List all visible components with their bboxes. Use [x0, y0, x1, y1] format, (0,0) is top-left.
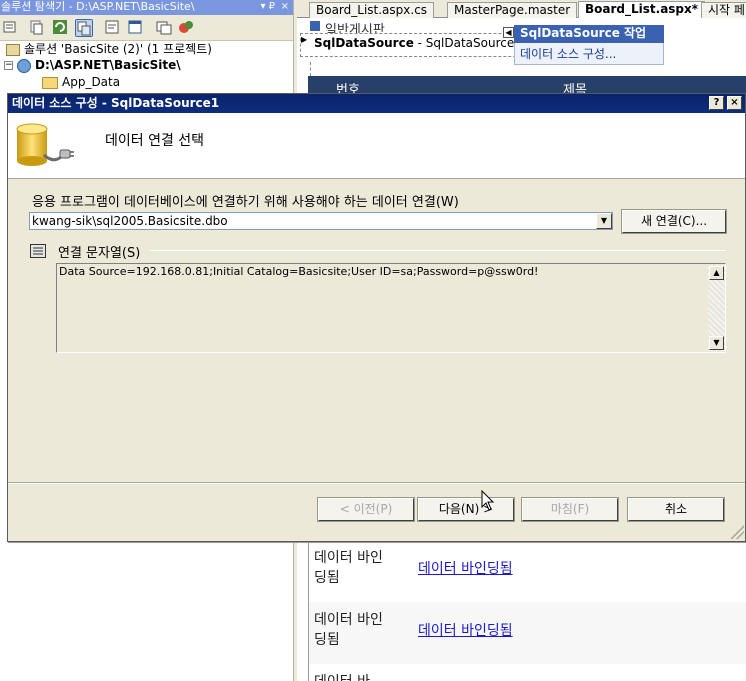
table-row: 데이터 바인딩됨 데이터 바인딩됨 [308, 540, 746, 602]
show-all-files-icon[interactable] [28, 19, 46, 37]
table-cell: 데이터 바인딩됨 [314, 550, 383, 586]
dialog-close-button[interactable]: × [727, 96, 742, 110]
document-tab-bar: Board_List.aspx.cs MasterPage.master Boa… [297, 0, 746, 19]
footer-separator [8, 482, 745, 484]
step-title: 데이터 연결 선택 [105, 133, 205, 149]
solution-explorer-title: 솔루션 탐색기 - D:\ASP.NET\BasicSite\ ▾ ₽ × [0, 0, 293, 15]
sqldatasource-label: SqlDataSource - SqlDataSource1 [314, 36, 522, 50]
previous-button[interactable]: < 이전(P) [317, 497, 415, 522]
finish-button[interactable]: 마침(F) [521, 497, 619, 522]
tab-masterpage[interactable]: MasterPage.master [447, 2, 578, 18]
control-arrow-icon: ▶ [301, 35, 308, 44]
help-button[interactable]: ? [709, 96, 724, 110]
refresh-icon[interactable] [52, 19, 70, 37]
table-row: 데이터 바 [308, 664, 746, 681]
tab-start-page[interactable]: 시작 페 [701, 2, 746, 18]
group-separator [150, 250, 726, 251]
tree-item-label: App_Data [62, 75, 121, 89]
content-placeholder-icon [310, 21, 320, 31]
tab-board-list-cs[interactable]: Board_List.aspx.cs [309, 2, 435, 18]
solution-explorer-toolbar [0, 15, 293, 41]
table-cell-link[interactable]: 데이터 바인딩됨 [418, 558, 513, 578]
scroll-down-icon[interactable]: ▼ [709, 336, 724, 350]
tree-item-project[interactable]: − D:\ASP.NET\BasicSite\ [4, 57, 181, 73]
connection-string-value: Data Source=192.168.0.81;Initial Catalog… [59, 265, 539, 278]
configure-data-source-link[interactable]: 데이터 소스 구성... [520, 45, 616, 62]
expand-connection-string-icon[interactable] [30, 244, 46, 258]
next-button[interactable]: 다음(N) > [417, 497, 515, 522]
nest-related-files-icon[interactable] [75, 19, 93, 37]
tree-item-label: 솔루션 'BasicSite (2)' (1 프로젝트) [24, 42, 212, 56]
pin-icon[interactable]: ▾ ₽ [260, 0, 275, 14]
asp-net-configuration-icon[interactable] [178, 19, 196, 37]
tree-item-solution[interactable]: 솔루션 'BasicSite (2)' (1 프로젝트) [6, 41, 212, 57]
table-row: 데이터 바인딩됨 데이터 바인딩됨 [308, 602, 746, 664]
tab-board-list-aspx[interactable]: Board_List.aspx* [578, 1, 706, 19]
mouse-cursor-icon [481, 489, 495, 515]
vertical-scrollbar[interactable]: ▲ ▼ [708, 265, 725, 351]
collapse-icon[interactable]: − [4, 61, 13, 70]
web-project-icon [17, 58, 31, 73]
close-icon[interactable]: × [281, 0, 289, 14]
solution-tree: 솔루션 'BasicSite (2)' (1 프로젝트) − D:\ASP.NET… [0, 41, 293, 96]
table-cell: 데이터 바인딩됨 [314, 612, 383, 648]
new-connection-button[interactable]: 새 연결(C)... [621, 209, 727, 234]
connection-string-label: 연결 문자열(S) [58, 246, 141, 261]
solution-icon [6, 43, 20, 56]
table-cell-link[interactable]: 데이터 바인딩됨 [418, 620, 513, 640]
solution-explorer-title-text: 솔루션 탐색기 - D:\ASP.NET\BasicSite\ [1, 0, 195, 13]
connection-label: 응용 프로그램이 데이터베이스에 연결하기 위해 사용해야 하는 데이터 연결(… [32, 195, 459, 210]
tree-item-app-data[interactable]: App_Data [42, 74, 120, 90]
copy-website-icon[interactable] [156, 19, 174, 37]
connection-value: kwang-sik\sql2005.Basicsite.dbo [32, 214, 228, 228]
folder-icon [42, 76, 58, 89]
properties-icon[interactable] [2, 19, 20, 37]
smart-tag-collapse-icon[interactable]: ◀ [503, 27, 514, 38]
table-cell: 데이터 바 [314, 672, 394, 681]
dropdown-arrow-icon[interactable]: ▼ [596, 213, 612, 229]
cancel-button[interactable]: 취소 [627, 497, 725, 522]
tasks-title: SqlDataSource 작업 [514, 25, 664, 43]
view-code-icon[interactable] [104, 19, 122, 37]
gridview-border [310, 62, 746, 76]
grid-left-border [308, 540, 309, 681]
view-designer-icon[interactable] [127, 19, 145, 37]
scroll-up-icon[interactable]: ▲ [709, 266, 724, 280]
database-connection-icon [16, 122, 74, 170]
dialog-title-bar: 데이터 소스 구성 - SqlDataSource1 [8, 94, 745, 113]
dialog-title: 데이터 소스 구성 - SqlDataSource1 [12, 96, 220, 110]
resize-grip-icon[interactable] [730, 525, 744, 539]
tree-item-label: D:\ASP.NET\BasicSite\ [35, 58, 181, 72]
